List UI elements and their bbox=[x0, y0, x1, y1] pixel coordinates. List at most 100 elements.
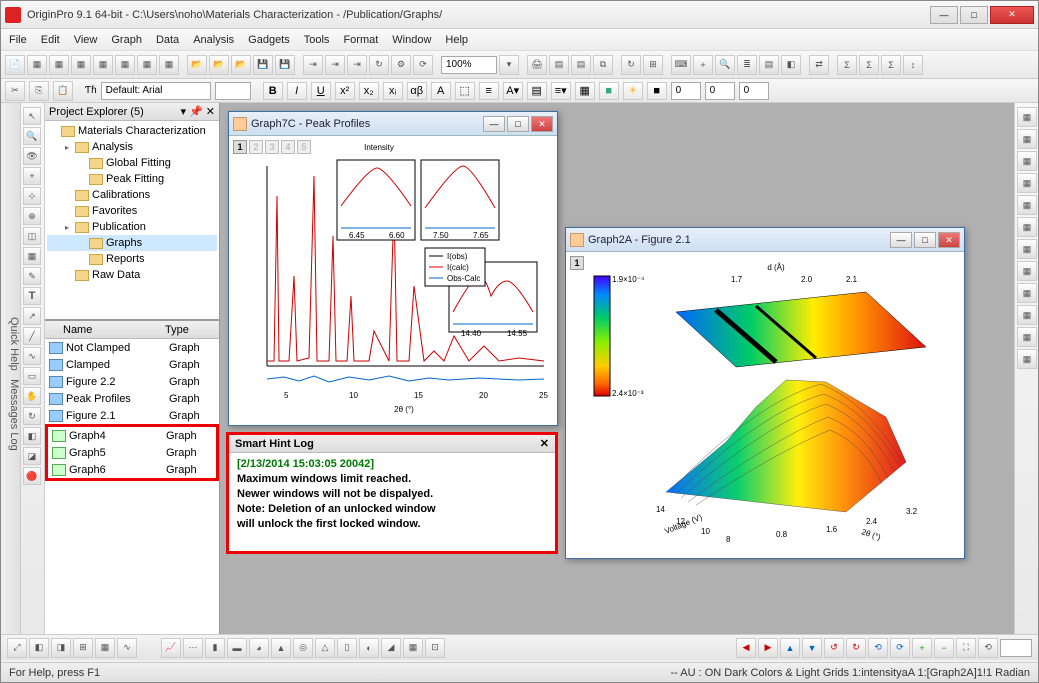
3d-tilt-4-icon[interactable]: ⟳ bbox=[890, 638, 910, 658]
new-graph-icon[interactable]: ▦ bbox=[71, 55, 91, 75]
menu-edit[interactable]: Edit bbox=[41, 34, 60, 46]
layer-tab-2[interactable]: 2 bbox=[249, 140, 263, 154]
decrease-font-button[interactable]: ⬚ bbox=[455, 82, 475, 100]
tree-node[interactable]: Reports bbox=[47, 251, 217, 267]
underline-button[interactable]: U bbox=[311, 82, 331, 100]
surface-plot-icon[interactable]: ◢ bbox=[381, 638, 401, 658]
r-tool-8-icon[interactable]: ▦ bbox=[1017, 261, 1037, 281]
search-icon[interactable]: 🔍 bbox=[715, 55, 735, 75]
menu-analysis[interactable]: Analysis bbox=[193, 34, 234, 46]
antialiasing-icon[interactable]: ∿ bbox=[117, 638, 137, 658]
open-excel-icon[interactable]: 📂 bbox=[231, 55, 251, 75]
header-type[interactable]: Type bbox=[165, 324, 219, 336]
batch-icon[interactable]: ⚙ bbox=[391, 55, 411, 75]
rescale-icon[interactable]: ⤢ bbox=[7, 638, 27, 658]
file-list-header[interactable]: Name Type bbox=[45, 321, 219, 339]
r-tool-10-icon[interactable]: ▦ bbox=[1017, 305, 1037, 325]
contour-plot-icon[interactable]: ◐ bbox=[359, 638, 379, 658]
curve-tool-icon[interactable]: ∿ bbox=[23, 347, 41, 365]
refresh-icon[interactable]: ↻ bbox=[621, 55, 641, 75]
import-wizard-icon[interactable]: ⇥ bbox=[303, 55, 323, 75]
tree-node[interactable]: Materials Characterization bbox=[47, 123, 217, 139]
results-log-icon[interactable]: ≣ bbox=[737, 55, 757, 75]
zoom-dropdown-icon[interactable]: ▾ bbox=[499, 55, 519, 75]
open-template-icon[interactable]: 📂 bbox=[209, 55, 229, 75]
stats-rows-icon[interactable]: Σ bbox=[859, 55, 879, 75]
r-tool-9-icon[interactable]: ▦ bbox=[1017, 283, 1037, 303]
hint-close-icon[interactable]: ✕ bbox=[540, 437, 549, 450]
r-tool-6-icon[interactable]: ▦ bbox=[1017, 217, 1037, 237]
new-excel-icon[interactable]: ▦ bbox=[49, 55, 69, 75]
3d-tilt-2-icon[interactable]: ↻ bbox=[846, 638, 866, 658]
tree-node[interactable]: ▸Publication bbox=[47, 219, 217, 235]
minimize-button[interactable]: ― bbox=[930, 6, 958, 24]
close-mdi-button[interactable]: ✕ bbox=[531, 116, 553, 132]
new-project-icon[interactable]: 📄 bbox=[5, 55, 25, 75]
file-row[interactable]: Graph6Graph bbox=[48, 461, 216, 478]
duplicate-icon[interactable]: ⧉ bbox=[593, 55, 613, 75]
quick-help-tab[interactable]: Quick Help Messages Log bbox=[1, 103, 21, 658]
insert-image-icon[interactable]: 🔴 bbox=[23, 467, 41, 485]
new-matrix-icon[interactable]: ▦ bbox=[93, 55, 113, 75]
add-column-icon[interactable]: + bbox=[693, 55, 713, 75]
box-plot-icon[interactable]: ▯ bbox=[337, 638, 357, 658]
draw-data-icon[interactable]: ✎ bbox=[23, 267, 41, 285]
maximize-button[interactable]: □ bbox=[960, 6, 988, 24]
font-color-button[interactable]: A▾ bbox=[503, 82, 523, 100]
slide-icon[interactable]: ▤ bbox=[549, 55, 569, 75]
min-button[interactable]: ― bbox=[890, 232, 912, 248]
add-layer-icon[interactable]: ◧ bbox=[29, 638, 49, 658]
layer-tab-3[interactable]: 3 bbox=[265, 140, 279, 154]
save-icon[interactable]: 💾 bbox=[253, 55, 273, 75]
paste-icon[interactable]: 📋 bbox=[53, 81, 73, 101]
3d-fit-icon[interactable]: ⛶ bbox=[956, 638, 976, 658]
3d-rotate-1-icon[interactable]: ◀ bbox=[736, 638, 756, 658]
cut-icon[interactable]: ✂ bbox=[5, 81, 25, 101]
new-workbook-icon[interactable]: ▦ bbox=[27, 55, 47, 75]
screen-reader-icon[interactable]: + bbox=[23, 167, 41, 185]
copy-icon[interactable]: ⎘ bbox=[29, 81, 49, 101]
light-button[interactable]: ☀ bbox=[623, 82, 643, 100]
data-reader-icon[interactable]: ⊹ bbox=[23, 187, 41, 205]
rotation-step-input[interactable] bbox=[1000, 639, 1032, 657]
graph7c-window[interactable]: Graph7C - Peak Profiles ― □ ✕ 1 2 3 4 5 … bbox=[228, 111, 558, 426]
menu-graph[interactable]: Graph bbox=[111, 34, 142, 46]
bar-plot-icon[interactable]: ▬ bbox=[227, 638, 247, 658]
3d-rotate-4-icon[interactable]: ▼ bbox=[802, 638, 822, 658]
new-layout-icon[interactable]: ▦ bbox=[115, 55, 135, 75]
command-window-icon[interactable]: ▤ bbox=[759, 55, 779, 75]
mask-icon[interactable]: ▦ bbox=[23, 247, 41, 265]
folder-tree[interactable]: Materials Characterization▸AnalysisGloba… bbox=[45, 121, 219, 321]
menu-gadgets[interactable]: Gadgets bbox=[248, 34, 290, 46]
close-mdi-button[interactable]: ✕ bbox=[938, 232, 960, 248]
line-spacing-button[interactable]: ≡ bbox=[479, 82, 499, 100]
tree-node[interactable]: Global Fitting bbox=[47, 155, 217, 171]
zoom-panel-icon[interactable]: 🔍 bbox=[23, 127, 41, 145]
zoom-level[interactable]: 100% bbox=[441, 56, 497, 74]
r-tool-4-icon[interactable]: ▦ bbox=[1017, 173, 1037, 193]
font-select[interactable]: Default: Arial bbox=[101, 82, 211, 100]
print-icon[interactable]: 🖨 bbox=[527, 55, 547, 75]
template-icon[interactable]: ⊡ bbox=[425, 638, 445, 658]
merge-icon[interactable]: ⊞ bbox=[73, 638, 93, 658]
rect-tool-icon[interactable]: ▭ bbox=[23, 367, 41, 385]
pin-icon[interactable]: ▾ 📌 bbox=[180, 106, 202, 118]
layer-tab-1[interactable]: 1 bbox=[233, 140, 247, 154]
layer-tab-4[interactable]: 4 bbox=[281, 140, 295, 154]
transfer-icon[interactable]: ⇄ bbox=[809, 55, 829, 75]
insert-graph-icon[interactable]: ◪ bbox=[23, 447, 41, 465]
spin2-input[interactable]: 0 bbox=[739, 82, 769, 100]
hand-tool-icon[interactable]: ✋ bbox=[23, 387, 41, 405]
spin1-input[interactable]: 0 bbox=[705, 82, 735, 100]
menu-file[interactable]: File bbox=[9, 34, 27, 46]
code-builder-icon[interactable]: ⌨ bbox=[671, 55, 691, 75]
file-row[interactable]: Peak ProfilesGraph bbox=[45, 390, 219, 407]
region-tool-icon[interactable]: ◧ bbox=[23, 427, 41, 445]
menu-help[interactable]: Help bbox=[445, 34, 468, 46]
import-ascii-icon[interactable]: ⇥ bbox=[325, 55, 345, 75]
greek-button[interactable]: αβ bbox=[407, 82, 427, 100]
font-size-select[interactable] bbox=[215, 82, 251, 100]
menu-window[interactable]: Window bbox=[392, 34, 431, 46]
new-function-icon[interactable]: ▦ bbox=[159, 55, 179, 75]
close-panel-icon[interactable]: ✕ bbox=[206, 106, 215, 118]
